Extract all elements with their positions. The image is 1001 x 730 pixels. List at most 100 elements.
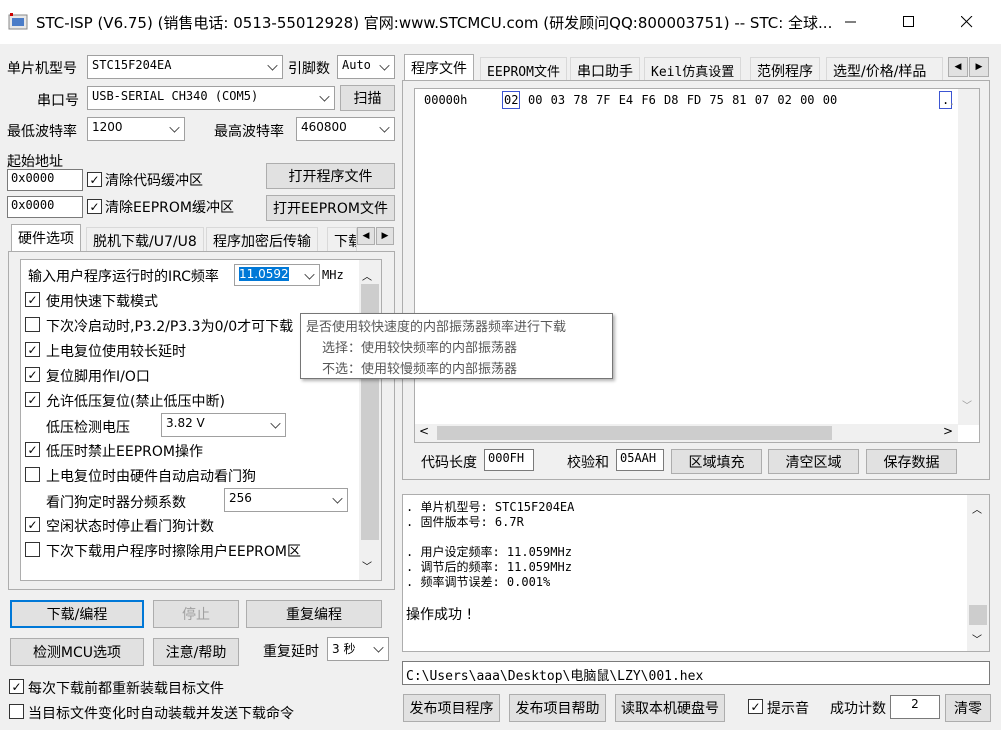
log-scroll-thumb[interactable]	[969, 605, 987, 625]
mcu-type-value: STC15F204EA	[92, 58, 172, 72]
arrow-left-icon: ◀	[362, 231, 370, 241]
log-line-firmware: . 固件版本号: 6.7R	[406, 515, 524, 529]
log-line-adjusted-freq: . 调节后的频率: 11.059MHz	[406, 560, 572, 574]
tooltip-line-3: 不选：使用较慢频率的内部振荡器	[322, 362, 518, 377]
fast-download-label: 使用快速下载模式	[46, 294, 158, 310]
save-data-button[interactable]: 保存数据	[866, 449, 957, 474]
watchdog-prescaler-select[interactable]: 256	[224, 488, 348, 512]
minimize-button[interactable]	[822, 0, 880, 44]
pins-value: Auto	[342, 58, 371, 72]
reload-before-download-label: 每次下载前都重新装载目标文件	[28, 681, 224, 697]
publish-program-button[interactable]: 发布项目程序	[403, 694, 500, 722]
idle-stop-watchdog-checkbox[interactable]: ✓	[25, 517, 40, 532]
idle-stop-watchdog-label: 空闲状态时停止看门狗计数	[46, 519, 214, 535]
hex-cursor-byte[interactable]: 02	[502, 91, 521, 109]
low-voltage-reset-checkbox[interactable]: ✓	[25, 392, 40, 407]
arrow-right-icon: ▶	[381, 231, 389, 241]
window-title: STC-ISP (V6.75) (销售电话: 0513-55012928) 官网…	[36, 14, 833, 32]
clear-code-checkbox[interactable]: ✓	[87, 172, 102, 187]
log-scrollbar[interactable]: ︿ ﹀	[967, 495, 989, 651]
scroll-up-icon: ︿	[362, 272, 372, 283]
hex-vertical-scrollbar[interactable]: ﹀	[958, 89, 979, 425]
hex-address: 00000h	[424, 93, 468, 107]
tab-offline-download[interactable]: 脱机下载/U7/U8	[86, 227, 204, 253]
maximize-icon	[903, 16, 914, 27]
scroll-up-icon: ︿	[972, 505, 982, 516]
hex-view[interactable]	[414, 88, 980, 443]
long-reset-delay-checkbox[interactable]: ✓	[25, 342, 40, 357]
stop-button[interactable]: 停止	[153, 600, 239, 628]
repeat-program-button[interactable]: 重复编程	[246, 600, 382, 628]
chevron-down-icon	[379, 122, 390, 133]
auto-send-checkbox[interactable]	[9, 704, 24, 719]
scroll-down-icon: ﹀	[972, 635, 982, 646]
close-button[interactable]	[938, 0, 996, 44]
start-address-label: 起始地址	[7, 154, 63, 170]
prompt-sound-checkbox[interactable]: ✓	[748, 699, 763, 714]
log-line-success: 操作成功 !	[406, 607, 473, 623]
mcu-type-label: 单片机型号	[7, 61, 77, 77]
max-baud-value: 460800	[301, 120, 347, 134]
pins-select[interactable]: Auto	[337, 55, 395, 79]
hex-bytes: 00 03 78 7F E4 F6 D8 FD 75 81 07 02 00 0…	[528, 93, 838, 107]
irc-frequency-select[interactable]: 11.0592	[234, 264, 320, 286]
tab-encrypted-transfer[interactable]: 程序加密后传输	[206, 227, 318, 253]
log-line-mcu: . 单片机型号: STC15F204EA	[406, 500, 575, 514]
port-select[interactable]: USB-SERIAL CH340 (COM5)	[87, 86, 335, 110]
mcu-type-select[interactable]: STC15F204EA	[87, 55, 283, 79]
hex-scroll-thumb[interactable]	[437, 426, 832, 440]
options-scrollbar[interactable]: ︿ ﹀	[359, 260, 381, 580]
tab-download[interactable]: 下载	[327, 227, 357, 253]
min-baud-label: 最低波特率	[7, 124, 77, 140]
fill-area-button[interactable]: 区域填充	[671, 449, 762, 474]
lv-eeprom-disable-checkbox[interactable]: ✓	[25, 442, 40, 457]
clear-eeprom-checkbox[interactable]: ✓	[87, 199, 102, 214]
tab-program-file[interactable]: 程序文件	[404, 54, 474, 82]
tooltip-line-2: 选择：使用较快频率的内部振荡器	[322, 341, 518, 356]
tab-hardware-options[interactable]: 硬件选项	[11, 224, 81, 252]
close-icon	[961, 16, 973, 28]
app-logo-icon	[8, 13, 28, 30]
repeat-delay-select[interactable]: 3 秒	[327, 637, 389, 661]
scroll-down-icon: ﹀	[962, 401, 972, 412]
code-address-input[interactable]: 0x0000	[7, 169, 83, 191]
clear-area-button[interactable]: 清空区域	[768, 449, 859, 474]
cold-start-label: 下次冷启动时,P3.2/P3.3为0/0才可下载	[46, 319, 294, 335]
arrow-left-icon: ◀	[954, 62, 962, 72]
download-program-button[interactable]: 下载/编程	[10, 600, 144, 628]
watchdog-prescaler-value: 256	[229, 491, 252, 505]
checksum-value: 05AAH	[616, 449, 664, 471]
min-baud-select[interactable]: 1200	[87, 117, 185, 141]
scan-button[interactable]: 扫描	[340, 85, 395, 111]
tab-scroll-right-button[interactable]: ▶	[376, 227, 394, 245]
fast-download-checkbox[interactable]: ✓	[25, 292, 40, 307]
tab-scroll-left-button[interactable]: ◀	[357, 227, 375, 245]
read-disk-id-button[interactable]: 读取本机硬盘号	[615, 694, 725, 722]
clear-code-label: 清除代码缓冲区	[105, 173, 203, 189]
open-eeprom-button[interactable]: 打开EEPROM文件	[266, 195, 395, 221]
eeprom-address-input[interactable]: 0x0000	[7, 196, 83, 218]
cold-start-checkbox[interactable]	[25, 317, 40, 332]
right-tab-scroll-left-button[interactable]: ◀	[948, 57, 968, 77]
chevron-down-icon	[373, 642, 384, 653]
clear-count-button[interactable]: 清零	[945, 694, 991, 722]
long-reset-delay-label: 上电复位使用较长延时	[46, 344, 186, 360]
erase-eeprom-checkbox[interactable]	[25, 542, 40, 557]
hw-watchdog-checkbox[interactable]	[25, 467, 40, 482]
publish-help-button[interactable]: 发布项目帮助	[509, 694, 606, 722]
open-program-button[interactable]: 打开程序文件	[266, 163, 395, 189]
reset-pin-io-checkbox[interactable]: ✓	[25, 367, 40, 382]
check-mcu-button[interactable]: 检测MCU选项	[10, 638, 144, 666]
low-voltage-select[interactable]: 3.82 V	[161, 413, 286, 437]
right-tab-scroll-right-button[interactable]: ▶	[969, 57, 989, 77]
hw-watchdog-label: 上电复位时由硬件自动启动看门狗	[46, 469, 256, 485]
maximize-button[interactable]	[880, 0, 938, 44]
pins-label: 引脚数	[288, 61, 330, 77]
low-voltage-reset-label: 允许低压复位(禁止低压中断)	[46, 394, 225, 410]
reload-before-download-checkbox[interactable]: ✓	[9, 679, 24, 694]
help-button[interactable]: 注意/帮助	[153, 638, 239, 666]
repeat-delay-label: 重复延时	[263, 644, 319, 660]
hex-horizontal-scrollbar[interactable]: < >	[415, 424, 958, 442]
file-path-field[interactable]: C:\Users\aaa\Desktop\电脑鼠\LZY\001.hex	[402, 661, 990, 685]
max-baud-select[interactable]: 460800	[296, 117, 395, 141]
